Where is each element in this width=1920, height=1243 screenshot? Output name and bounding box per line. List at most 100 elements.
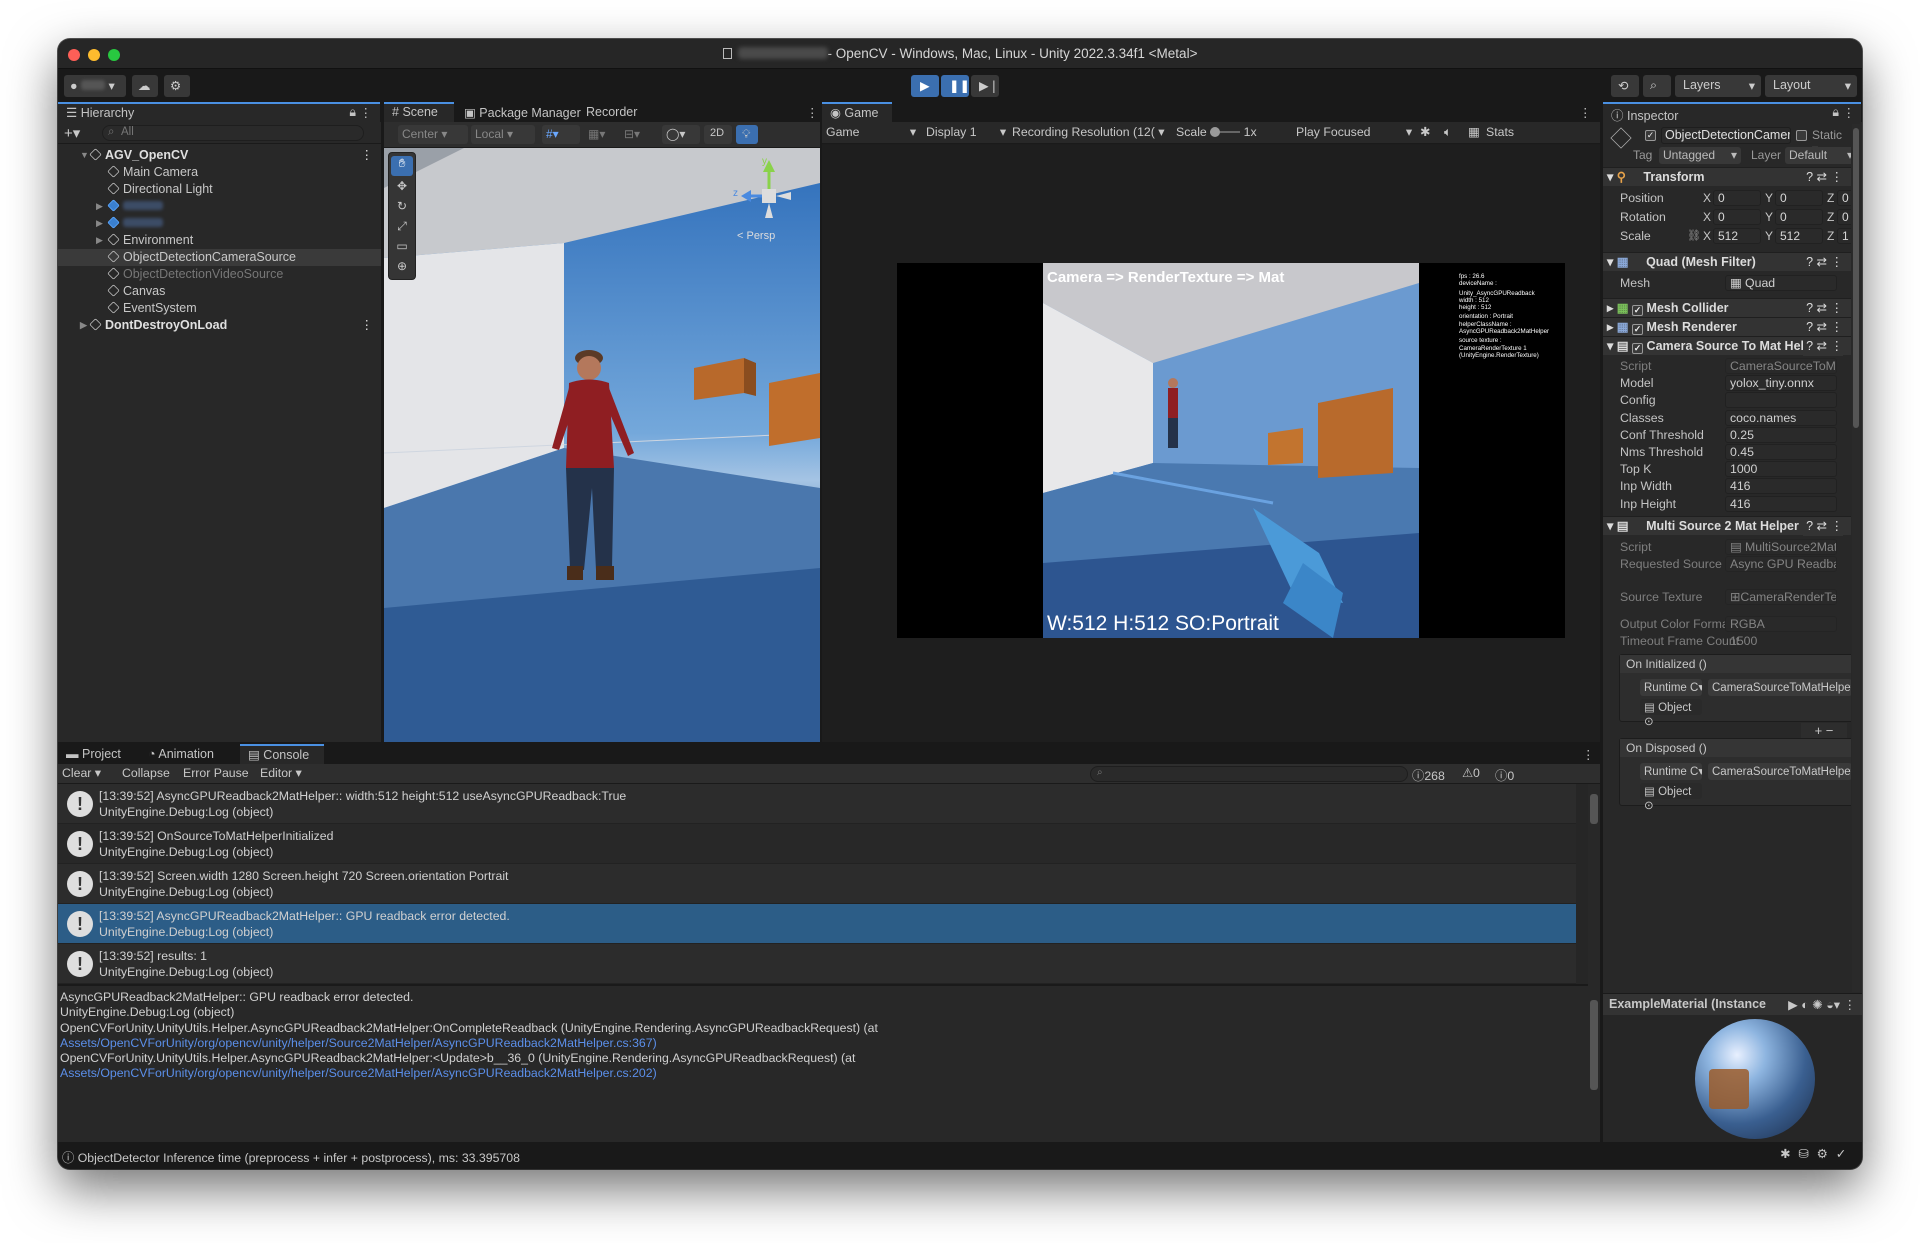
- component-menu-icons[interactable]: ? ⇄ ⋮: [1803, 337, 1843, 356]
- rotate-tool-icon[interactable]: ↻: [389, 199, 415, 219]
- foldout-arrow-icon[interactable]: ▶: [96, 198, 103, 215]
- log-entry[interactable]: ! [13:39:52] Screen.width 1280 Screen.hei…: [58, 864, 1576, 904]
- scale-x[interactable]: 512: [1713, 228, 1761, 244]
- foldout-arrow-icon[interactable]: ▶: [96, 215, 103, 232]
- status-message[interactable]: ObjectDetector Inference time (preproces…: [78, 1151, 520, 1165]
- camera-helper-header[interactable]: ▾ ▤ ✓ Camera Source To Mat Helper (? ⇄ ⋮: [1603, 336, 1851, 356]
- lighting-toggle-icon[interactable]: 💡︎: [736, 125, 758, 144]
- runtime-dropdown[interactable]: Runtime C▾: [1640, 763, 1702, 780]
- account-button[interactable]: ● ▾: [64, 75, 126, 97]
- component-menu-icons[interactable]: ? ⇄ ⋮: [1806, 168, 1843, 187]
- position-x[interactable]: 0: [1713, 190, 1761, 206]
- link-scale-icon[interactable]: ⛓: [1687, 228, 1701, 245]
- rotation-z[interactable]: 0: [1837, 209, 1851, 225]
- tab-hierarchy[interactable]: ☰ Hierarchy 🔒︎ ⋮: [58, 102, 380, 122]
- tab-scene[interactable]: # Scene: [384, 102, 454, 122]
- grid-snap-button[interactable]: #▾: [542, 125, 580, 144]
- foldout-arrow-icon[interactable]: ▶: [80, 317, 87, 334]
- log-scrollbar[interactable]: [1588, 784, 1600, 984]
- hierarchy-item[interactable]: Directional Light: [58, 181, 381, 198]
- function-dropdown[interactable]: CameraSourceToMatHelpe▾: [1708, 763, 1851, 780]
- stacktrace-link[interactable]: Assets/OpenCVForUnity/org/opencv/unity/h…: [60, 1066, 1580, 1081]
- mesh-collider-header[interactable]: ▸ ▦ ✓ Mesh Collider? ⇄ ⋮: [1603, 298, 1851, 317]
- tab-console[interactable]: ▤ Console: [240, 744, 324, 764]
- rotation-y[interactable]: 0: [1775, 209, 1823, 225]
- transform-header[interactable]: ▾ ⚲ Transform? ⇄ ⋮: [1603, 167, 1851, 186]
- shading-mode-dropdown[interactable]: ◯▾: [662, 125, 700, 144]
- log-entry[interactable]: ! [13:39:52] AsyncGPUReadback2MatHelper::…: [58, 904, 1576, 944]
- multi-helper-header[interactable]: ▾ ▤ Multi Source 2 Mat Helper (Scri? ⇄ ⋮: [1603, 516, 1851, 536]
- scale-tool-icon[interactable]: ⤢: [389, 219, 415, 239]
- mute-audio-icon[interactable]: 🔈︎: [1444, 125, 1451, 140]
- stacktrace-link[interactable]: Assets/OpenCVForUnity/org/opencv/unity/h…: [60, 1036, 1580, 1051]
- 2d-toggle[interactable]: 2D: [704, 125, 732, 144]
- game-render[interactable]: Camera => RenderTexture => Mat W:512 H:5…: [897, 263, 1565, 638]
- hierarchy-item[interactable]: ▶: [58, 198, 381, 215]
- hierarchy-item[interactable]: ObjectDetectionVideoSource: [58, 266, 381, 283]
- component-menu-icons[interactable]: ? ⇄ ⋮: [1806, 318, 1843, 337]
- field-value[interactable]: 0.45: [1725, 444, 1837, 460]
- add-icon[interactable]: +▾: [64, 124, 80, 142]
- more-icon[interactable]: ⋮: [361, 317, 374, 334]
- log-entry[interactable]: ! [13:39:52] OnSourceToMatHelperInitializ…: [58, 824, 1576, 864]
- component-menu-icons[interactable]: ? ⇄ ⋮: [1803, 517, 1843, 536]
- ruler-icon[interactable]: ⊟▾: [620, 125, 656, 144]
- static-checkbox[interactable]: [1796, 130, 1807, 141]
- component-menu-icons[interactable]: ? ⇄ ⋮: [1806, 253, 1843, 272]
- component-menu-icons[interactable]: ? ⇄ ⋮: [1806, 299, 1843, 318]
- clear-button[interactable]: Clear ▾: [62, 766, 101, 780]
- hierarchy-item[interactable]: ▶ Environment: [58, 232, 381, 249]
- hierarchy-item[interactable]: ▼ AGV_OpenCV ⋮: [58, 147, 381, 164]
- hand-tool-icon[interactable]: ✋︎: [391, 156, 413, 176]
- bug-icon[interactable]: ✱: [1420, 125, 1430, 139]
- collab-icon[interactable]: ⚙: [164, 75, 190, 97]
- tag-dropdown[interactable]: Untagged ▾: [1659, 147, 1741, 164]
- field-value[interactable]: 416: [1725, 495, 1837, 512]
- search-icon[interactable]: ⌕: [1643, 75, 1671, 97]
- persp-label[interactable]: < Persp: [737, 230, 775, 242]
- tab-recorder[interactable]: Recorder: [578, 102, 645, 122]
- mesh-renderer-header[interactable]: ▸ ▦ ✓ Mesh Renderer? ⇄ ⋮: [1603, 317, 1851, 336]
- add-remove-listener[interactable]: + −: [1801, 723, 1847, 739]
- lock-icon[interactable]: 🔒︎: [1832, 105, 1839, 120]
- log-entry[interactable]: ! [13:39:52] AsyncGPUReadback2MatHelper::…: [58, 784, 1576, 824]
- pivot-local-dropdown[interactable]: Local ▾: [471, 125, 535, 144]
- transform-tool-icon[interactable]: ⊕: [389, 259, 415, 279]
- material-preview-header[interactable]: ExampleMaterial (Instance ▶ ◐ ✺ ◒▾ ⋮: [1603, 993, 1862, 1015]
- play-focused-dropdown[interactable]: Play Focused ▾: [1296, 125, 1412, 139]
- console-search-input[interactable]: ⌕: [1090, 766, 1408, 782]
- game-view-dropdown[interactable]: Game ▾: [826, 125, 916, 139]
- hierarchy-item[interactable]: ObjectDetectionCameraSource: [58, 249, 381, 266]
- pause-button[interactable]: ❚❚: [941, 75, 970, 97]
- lock-icon[interactable]: 🔒︎: [349, 105, 356, 120]
- inspector-scrollbar[interactable]: [1852, 124, 1860, 992]
- more-icon[interactable]: ⋮: [361, 147, 374, 164]
- rect-tool-icon[interactable]: ▭: [389, 239, 415, 259]
- status-icons[interactable]: ✱⛁⚙✓: [1780, 1147, 1854, 1161]
- tab-animation[interactable]: ◔ Animation: [140, 744, 222, 764]
- scale-z[interactable]: 1: [1837, 228, 1851, 244]
- pivot-center-dropdown[interactable]: Center ▾: [398, 125, 468, 144]
- cloud-icon[interactable]: ☁: [132, 75, 158, 97]
- scale-y[interactable]: 512: [1775, 228, 1823, 244]
- preview-sphere[interactable]: [1695, 1019, 1815, 1139]
- active-checkbox[interactable]: ✓: [1645, 130, 1656, 141]
- keyboard-icon[interactable]: ▦: [1468, 125, 1480, 139]
- position-z[interactable]: 0: [1837, 190, 1851, 206]
- resolution-dropdown[interactable]: Recording Resolution (12( ▾: [1012, 125, 1172, 139]
- camera-helper-checkbox[interactable]: ✓: [1632, 343, 1644, 354]
- position-y[interactable]: 0: [1775, 190, 1823, 206]
- warning-count-toggle[interactable]: ⚠0: [1462, 766, 1480, 780]
- log-count-toggle[interactable]: ⓘ268: [1412, 766, 1445, 784]
- more-icon[interactable]: ⋮: [1843, 105, 1856, 120]
- field-value[interactable]: yolox_tiny.onnx: [1725, 375, 1837, 392]
- field-value[interactable]: [1725, 392, 1837, 409]
- hierarchy-item[interactable]: ▶ DontDestroyOnLoad ⋮: [58, 317, 381, 334]
- field-value[interactable]: 416: [1725, 478, 1837, 495]
- tab-inspector[interactable]: ⓘ Inspector 🔒︎ ⋮: [1603, 102, 1861, 123]
- mesh-field[interactable]: ▦ Quad: [1725, 275, 1837, 291]
- hierarchy-item[interactable]: EventSystem: [58, 300, 381, 317]
- hierarchy-search-input[interactable]: ⌕ All: [102, 125, 364, 141]
- detail-scrollbar[interactable]: [1588, 986, 1600, 1114]
- more-icon[interactable]: ⋮: [1577, 102, 1594, 122]
